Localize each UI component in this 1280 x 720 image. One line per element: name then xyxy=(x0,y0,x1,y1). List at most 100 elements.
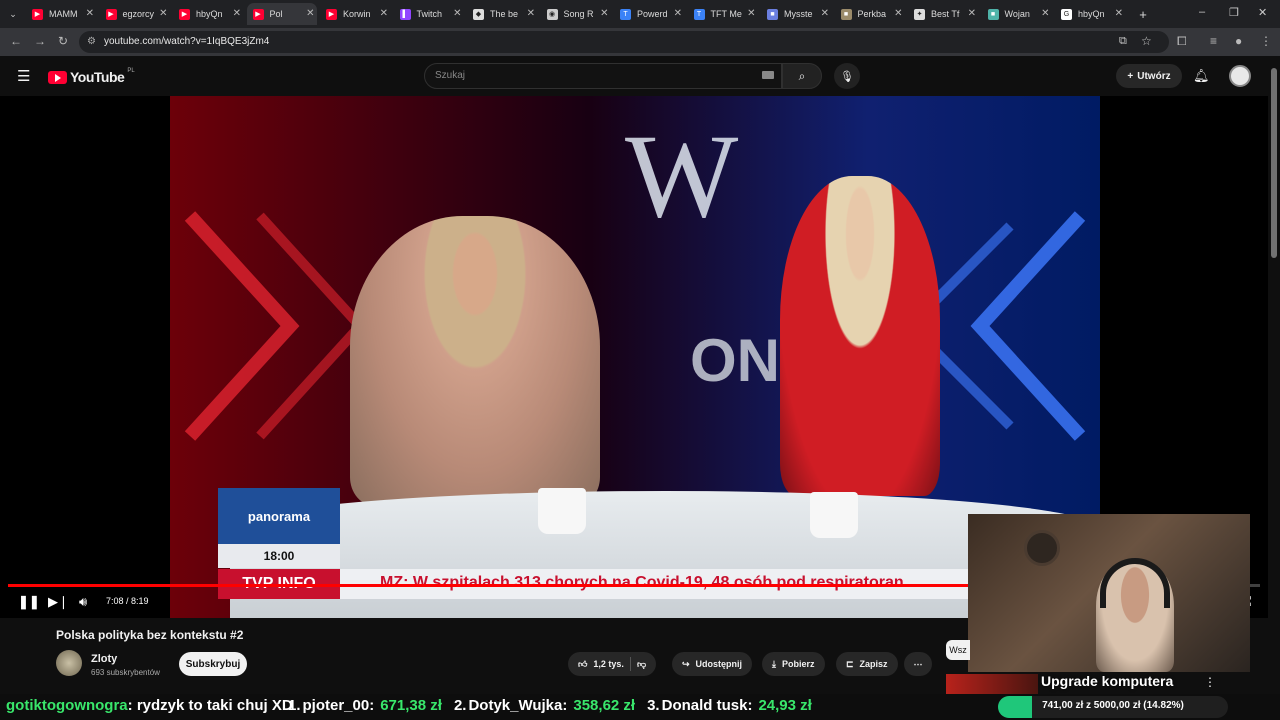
twitch-icon: ▌ xyxy=(399,8,411,20)
tab-search-button[interactable]: ⌄ xyxy=(4,3,22,25)
tab-close-icon[interactable]: ✕ xyxy=(306,8,314,19)
tab-label: Perkba xyxy=(857,9,887,19)
bookmark-star-icon[interactable]: ☆ xyxy=(1141,34,1152,48)
mug-left xyxy=(538,488,586,534)
search-button[interactable]: ⌕ xyxy=(782,63,822,89)
chat-line: gotiktogownogra: rydzyk to taki chuj XD xyxy=(6,697,293,714)
tab-close-icon[interactable]: ✕ xyxy=(1041,8,1049,19)
tab-10[interactable]: ■ Mysste ✕ xyxy=(761,3,831,25)
tab-9[interactable]: T TFT Me ✕ xyxy=(688,3,758,25)
site-info-icon[interactable]: ⚙ xyxy=(87,36,96,47)
media-controls-icon[interactable]: ≡ xyxy=(1210,34,1217,48)
search-placeholder: Szukaj xyxy=(435,70,466,81)
leaderboard-entry: 2. Dotyk_Wujka: 358,62 zł xyxy=(454,697,635,714)
tab-8[interactable]: T Powerd ✕ xyxy=(614,3,684,25)
new-tab-button[interactable]: + xyxy=(1136,3,1150,25)
back-icon[interactable]: ← xyxy=(10,34,22,48)
tab-1[interactable]: ▶ egzorcy ✕ xyxy=(100,3,170,25)
channel-avatar[interactable] xyxy=(56,650,82,676)
extensions-icon[interactable]: ⧠ xyxy=(1177,34,1187,49)
like-divider xyxy=(629,657,631,671)
share-button[interactable]: ↪ Udostępnij xyxy=(672,652,753,676)
browser-menu-icon[interactable]: ⋮ xyxy=(1260,34,1272,48)
donation-goal-text: 741,00 zł z 5000,00 zł (14.82%) xyxy=(1042,700,1184,711)
profile-icon[interactable]: ● xyxy=(1235,34,1242,48)
tab-close-icon[interactable]: ✕ xyxy=(821,8,829,19)
tab-close-icon[interactable]: ✕ xyxy=(968,8,976,19)
youtube-icon: ▶ xyxy=(252,8,264,20)
tab-4[interactable]: ▶ Korwin ✕ xyxy=(320,3,390,25)
minimize-icon[interactable]: – xyxy=(1199,6,1205,18)
volume-icon[interactable]: 🔊︎ xyxy=(79,594,87,610)
menu-hamburger-icon[interactable]: ☰ xyxy=(17,67,30,85)
tab-2[interactable]: ▶ hbyQn ✕ xyxy=(173,3,243,25)
tab-close-icon[interactable]: ✕ xyxy=(453,8,461,19)
save-button[interactable]: ⊏ Zapisz xyxy=(836,652,898,676)
leaderboard-amount: 358,62 zł xyxy=(573,697,636,714)
more-actions-button[interactable]: ⋯ xyxy=(904,652,932,676)
install-app-icon[interactable]: ⧉ xyxy=(1119,35,1127,48)
tab-close-icon[interactable]: ✕ xyxy=(527,8,535,19)
region-label: PL xyxy=(127,68,135,74)
related-more-icon[interactable]: ⋮ xyxy=(1204,675,1216,689)
tab-14[interactable]: GhbyQn ✕ xyxy=(1055,3,1125,25)
tab-label: egzorcy xyxy=(122,9,155,19)
restore-icon[interactable]: ❐ xyxy=(1229,6,1239,19)
tab-6[interactable]: ◆ The be ✕ xyxy=(467,3,537,25)
tab-13[interactable]: ■ Wojan ✕ xyxy=(982,3,1052,25)
chat-message: : rydzyk to taki chuj XD xyxy=(127,697,293,714)
more-horizontal-icon: ⋯ xyxy=(913,658,923,669)
channel-name[interactable]: Zloty xyxy=(91,653,117,665)
tab-label: hbyQn xyxy=(1078,9,1105,19)
tab-11[interactable]: ■ Perkba ✕ xyxy=(835,3,905,25)
like-button[interactable]: 👍︎ 1,2 tys. 👎︎ xyxy=(568,652,657,676)
download-button[interactable]: ⤓ Pobierz xyxy=(762,652,825,676)
leaderboard-amount: 24,93 zł xyxy=(758,697,812,714)
page-scrollbar[interactable] xyxy=(1271,68,1277,258)
google-icon: G xyxy=(1061,8,1072,20)
leaderboard-rank: 3. xyxy=(647,697,660,714)
thumbs-up-icon: 👍︎ xyxy=(578,658,588,669)
tab-0[interactable]: ▶ MAMM ✕ xyxy=(26,3,96,25)
subscribe-button[interactable]: Subskrybuj xyxy=(179,652,247,676)
streamer-webcam xyxy=(968,514,1250,672)
address-bar[interactable]: ⚙ youtube.com/watch?v=1IqBQE3jZm4 ⧉ ☆ xyxy=(79,31,1169,53)
broadcast-clock: 18:00 xyxy=(218,544,340,568)
tab-label: Wojan xyxy=(1004,9,1030,19)
tab-close-icon[interactable]: ✕ xyxy=(159,8,167,19)
tab-5[interactable]: ▌ Twitch ✕ xyxy=(394,3,464,25)
tab-3[interactable]: ▶ Pol ✕ xyxy=(246,3,317,25)
next-video-icon[interactable]: ▶❘ xyxy=(48,594,69,610)
reload-icon[interactable]: ↻ xyxy=(58,34,68,48)
keyboard-icon[interactable] xyxy=(762,71,774,79)
tab-close-icon[interactable]: ✕ xyxy=(380,8,388,19)
thumbs-down-icon[interactable]: 👎︎ xyxy=(637,659,646,670)
close-window-icon[interactable]: ✕ xyxy=(1258,6,1267,19)
tab-close-icon[interactable]: ✕ xyxy=(233,8,241,19)
tab-close-icon[interactable]: ✕ xyxy=(894,8,902,19)
download-label: Pobierz xyxy=(781,659,815,669)
create-button[interactable]: + Utwórz xyxy=(1116,64,1182,88)
search-input[interactable]: Szukaj xyxy=(424,63,782,89)
male-guest xyxy=(350,216,600,506)
tab-close-icon[interactable]: ✕ xyxy=(600,8,608,19)
tab-close-icon[interactable]: ✕ xyxy=(1115,8,1123,19)
voice-search-button[interactable]: 🎙︎ xyxy=(834,63,860,89)
related-video-thumbnail[interactable] xyxy=(946,674,1038,696)
notifications-bell-icon[interactable]: 🔔︎ xyxy=(1193,68,1210,84)
donation-goal-title: Upgrade komputera xyxy=(1041,673,1174,689)
tab-close-icon[interactable]: ✕ xyxy=(674,8,682,19)
tab-7[interactable]: ◉ Song R ✕ xyxy=(541,3,611,25)
tab-12[interactable]: ✦ Best Tf ✕ xyxy=(908,3,978,25)
leaderboard-rank: 1. xyxy=(288,697,301,714)
forward-icon[interactable]: → xyxy=(34,34,46,48)
account-avatar[interactable] xyxy=(1229,65,1251,87)
plus-icon: + xyxy=(1127,70,1134,82)
pause-icon[interactable]: ❚❚ xyxy=(18,594,40,610)
mug-right xyxy=(810,492,858,538)
youtube-logo[interactable]: YouTube PL xyxy=(48,68,135,85)
tab-close-icon[interactable]: ✕ xyxy=(86,8,94,19)
tab-close-icon[interactable]: ✕ xyxy=(747,8,755,19)
filter-chip-all[interactable]: Wsz xyxy=(946,640,970,660)
square-icon: ■ xyxy=(767,8,778,20)
